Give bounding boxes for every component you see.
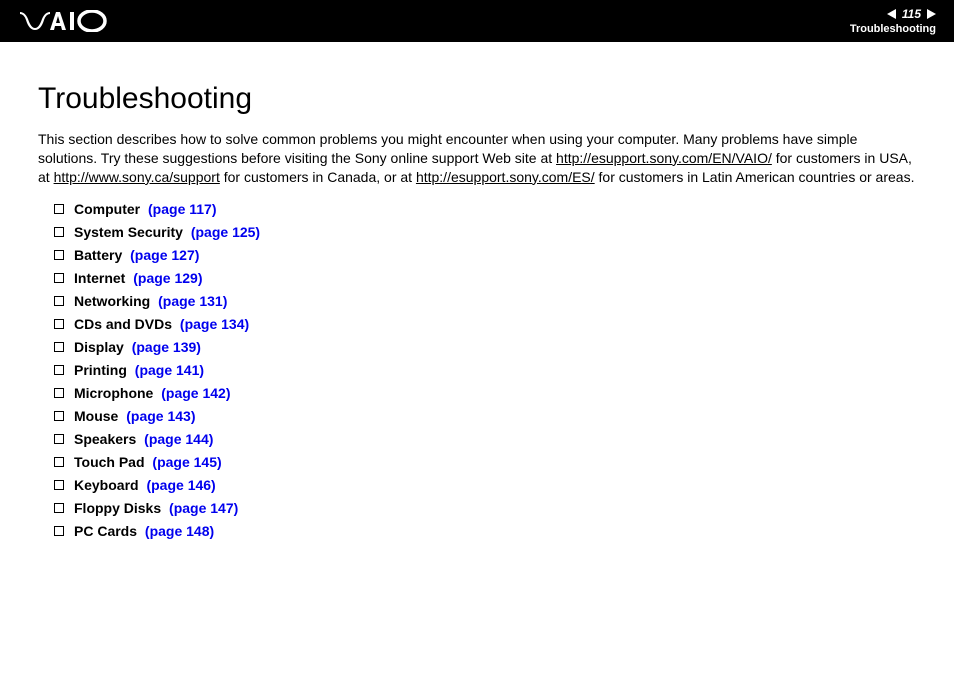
toc-label: Networking (74, 293, 150, 309)
square-bullet-icon (54, 457, 64, 467)
square-bullet-icon (54, 273, 64, 283)
toc-item: Networking (page 131) (54, 293, 916, 309)
toc-page-link[interactable]: (page 148) (145, 523, 214, 539)
toc-label: Printing (74, 362, 127, 378)
toc-item: Display (page 139) (54, 339, 916, 355)
toc-item: Battery (page 127) (54, 247, 916, 263)
vaio-logo (20, 10, 110, 32)
square-bullet-icon (54, 227, 64, 237)
toc-page-link[interactable]: (page 146) (146, 477, 215, 493)
intro-text-3: for customers in Canada, or at (220, 169, 416, 185)
toc-item: Microphone (page 142) (54, 385, 916, 401)
toc-item: Keyboard (page 146) (54, 477, 916, 493)
toc-label: Floppy Disks (74, 500, 161, 516)
toc-page-link[interactable]: (page 142) (161, 385, 230, 401)
square-bullet-icon (54, 250, 64, 260)
toc-item: Internet (page 129) (54, 270, 916, 286)
toc-page-link[interactable]: (page 144) (144, 431, 213, 447)
square-bullet-icon (54, 319, 64, 329)
toc-page-link[interactable]: (page 117) (148, 201, 216, 217)
square-bullet-icon (54, 204, 64, 214)
toc-item: Touch Pad (page 145) (54, 454, 916, 470)
square-bullet-icon (54, 480, 64, 490)
square-bullet-icon (54, 526, 64, 536)
toc-label: Speakers (74, 431, 136, 447)
toc-label: CDs and DVDs (74, 316, 172, 332)
toc-label: Internet (74, 270, 125, 286)
toc-label: PC Cards (74, 523, 137, 539)
toc-label: Computer (74, 201, 140, 217)
page-content: Troubleshooting This section describes h… (0, 42, 954, 539)
toc-item: CDs and DVDs (page 134) (54, 316, 916, 332)
toc-label: Display (74, 339, 124, 355)
square-bullet-icon (54, 365, 64, 375)
toc-page-link[interactable]: (page 143) (126, 408, 195, 424)
toc-item: Computer (page 117) (54, 201, 916, 217)
intro-paragraph: This section describes how to solve comm… (38, 130, 916, 187)
square-bullet-icon (54, 434, 64, 444)
page-number: 115 (902, 7, 921, 21)
toc-page-link[interactable]: (page 134) (180, 316, 249, 332)
support-link-latam[interactable]: http://esupport.sony.com/ES/ (416, 169, 595, 185)
page-title: Troubleshooting (38, 82, 916, 116)
next-page-arrow-icon[interactable] (927, 9, 936, 19)
toc-label: Mouse (74, 408, 118, 424)
square-bullet-icon (54, 342, 64, 352)
toc-label: System Security (74, 224, 183, 240)
toc-page-link[interactable]: (page 139) (132, 339, 201, 355)
square-bullet-icon (54, 411, 64, 421)
toc-page-link[interactable]: (page 147) (169, 500, 238, 516)
support-link-usa[interactable]: http://esupport.sony.com/EN/VAIO/ (556, 150, 772, 166)
toc-label: Microphone (74, 385, 153, 401)
toc-item: Printing (page 141) (54, 362, 916, 378)
toc-page-link[interactable]: (page 129) (133, 270, 202, 286)
toc-page-link[interactable]: (page 145) (152, 454, 221, 470)
square-bullet-icon (54, 388, 64, 398)
toc-label: Keyboard (74, 477, 139, 493)
page-navigation: 115 (887, 7, 936, 21)
header-bar: 115 Troubleshooting (0, 0, 954, 42)
square-bullet-icon (54, 503, 64, 513)
prev-page-arrow-icon[interactable] (887, 9, 896, 19)
toc-label: Battery (74, 247, 122, 263)
intro-text-4: for customers in Latin American countrie… (595, 169, 915, 185)
toc-page-link[interactable]: (page 141) (135, 362, 204, 378)
square-bullet-icon (54, 296, 64, 306)
header-right: 115 Troubleshooting (850, 7, 936, 35)
toc-page-link[interactable]: (page 131) (158, 293, 227, 309)
toc-list: Computer (page 117) System Security (page… (38, 201, 916, 539)
section-label: Troubleshooting (850, 23, 936, 35)
toc-item: Speakers (page 144) (54, 431, 916, 447)
toc-item: PC Cards (page 148) (54, 523, 916, 539)
support-link-canada[interactable]: http://www.sony.ca/support (54, 169, 220, 185)
toc-page-link[interactable]: (page 125) (191, 224, 260, 240)
toc-page-link[interactable]: (page 127) (130, 247, 199, 263)
toc-item: Mouse (page 143) (54, 408, 916, 424)
toc-item: System Security (page 125) (54, 224, 916, 240)
toc-item: Floppy Disks (page 147) (54, 500, 916, 516)
toc-label: Touch Pad (74, 454, 145, 470)
